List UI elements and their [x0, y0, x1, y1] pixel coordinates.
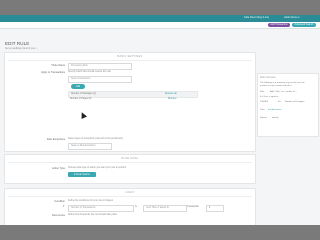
selected-item-label: Number of Packages (1) [71, 93, 96, 95]
add-button[interactable]: Add [71, 84, 85, 89]
overview-then-label: Then [260, 109, 265, 111]
action-type-help: Choose what type of action you want your… [68, 167, 127, 169]
section-title-logic: LOGIC [125, 191, 135, 194]
section-title-basic: BASIC SETTINGS [117, 55, 143, 58]
overview-title: Rule Overview [260, 76, 276, 79]
recurrence-help: Define how frequently the rule should ta… [68, 214, 118, 216]
overview-condition-label: If a Tran. is equal to [260, 96, 279, 98]
apply-help-text: Specify which files should receive this … [68, 71, 111, 73]
selected-item-2-label: Number of Pages (3) [70, 98, 92, 100]
condition-if-label: If [63, 206, 65, 208]
condition-value-input[interactable]: 1 [206, 205, 224, 212]
divider [8, 162, 252, 163]
top-navigation-bar: Safe Recording (Live) Hello Demo ▾ [0, 15, 320, 22]
overview-desc-1: The following is a summary of your rule,… [260, 82, 305, 84]
condition-operator-select[interactable]: Less Than or Equal To [143, 205, 187, 212]
app-window: Safe Recording (Live) Hello Demo ▾ Add T… [0, 15, 320, 225]
rule-name-input[interactable]: Processing Rule [68, 63, 132, 70]
action-bar: Add Transaction Advanced Search [0, 22, 320, 29]
rule-exceptions-label: Rule Exceptions [46, 138, 65, 141]
recurrence-label: Recurrence [52, 214, 65, 217]
rule-goal-panel: RULE GOAL Action Type Choose what type o… [4, 154, 256, 184]
page-subtitle: Set up auditing rules for your ... [5, 47, 39, 50]
action-type-label: Action Type [51, 167, 65, 170]
transaction-select[interactable]: Select transactions [68, 76, 132, 83]
rule-overview-panel: Rule Overview The following is a summary… [257, 73, 319, 137]
include-source-button[interactable]: Include Source [68, 172, 96, 177]
overview-inc-value: Number of Packages [285, 101, 305, 103]
selected-row-2: Number of Pages (3) Remove [68, 97, 196, 102]
condition-field-select[interactable]: Number of Transactions [68, 205, 134, 212]
user-menu[interactable]: Hello Demo ▾ [284, 16, 300, 19]
divider [8, 60, 252, 61]
rule-name-label: * Rule Name [50, 64, 65, 67]
page-title: EDIT RULE [5, 41, 30, 46]
condition-label: Condition [54, 200, 65, 203]
overview-repeat-value: weekly [272, 117, 279, 119]
overview-inc-label: Inc. [278, 101, 282, 103]
overview-desc-2: preview it as you create and edit it. [260, 85, 292, 87]
section-title-goal: RULE GOAL [121, 157, 139, 160]
rule-exceptions-help: Select types of exceptions (rule will no… [68, 138, 123, 140]
condition-is-label: Is [135, 206, 137, 208]
top-link[interactable]: Safe Recording (Live) [244, 16, 269, 19]
remove-link[interactable]: Remove [168, 98, 177, 100]
overview-then-value: Include source [268, 109, 282, 111]
remove-all-link[interactable]: Remove all [165, 93, 177, 95]
overview-repeat-label: Repeat [260, 117, 267, 119]
logic-panel: LOGIC Condition Define the conditions fo… [4, 188, 256, 225]
overview-condition-value: 1000000 [260, 101, 269, 103]
advanced-search-button[interactable]: Advanced Search [292, 23, 316, 27]
overview-rule-label: Rule [260, 91, 265, 93]
overview-rule-value: Add / Tally - Inc. number of ... [270, 91, 297, 93]
apply-label: Apply to Transactions [41, 71, 65, 74]
divider [8, 196, 252, 197]
basic-settings-panel: BASIC SETTINGS * Rule Name Processing Ru… [4, 52, 256, 152]
condition-help: Define the conditions for your rule to h… [68, 200, 114, 202]
add-transaction-button[interactable]: Add Transaction [268, 23, 290, 27]
rule-exception-select[interactable]: Select a Rule Exception [68, 143, 112, 150]
condition-unit-label: Transaction [187, 206, 199, 208]
